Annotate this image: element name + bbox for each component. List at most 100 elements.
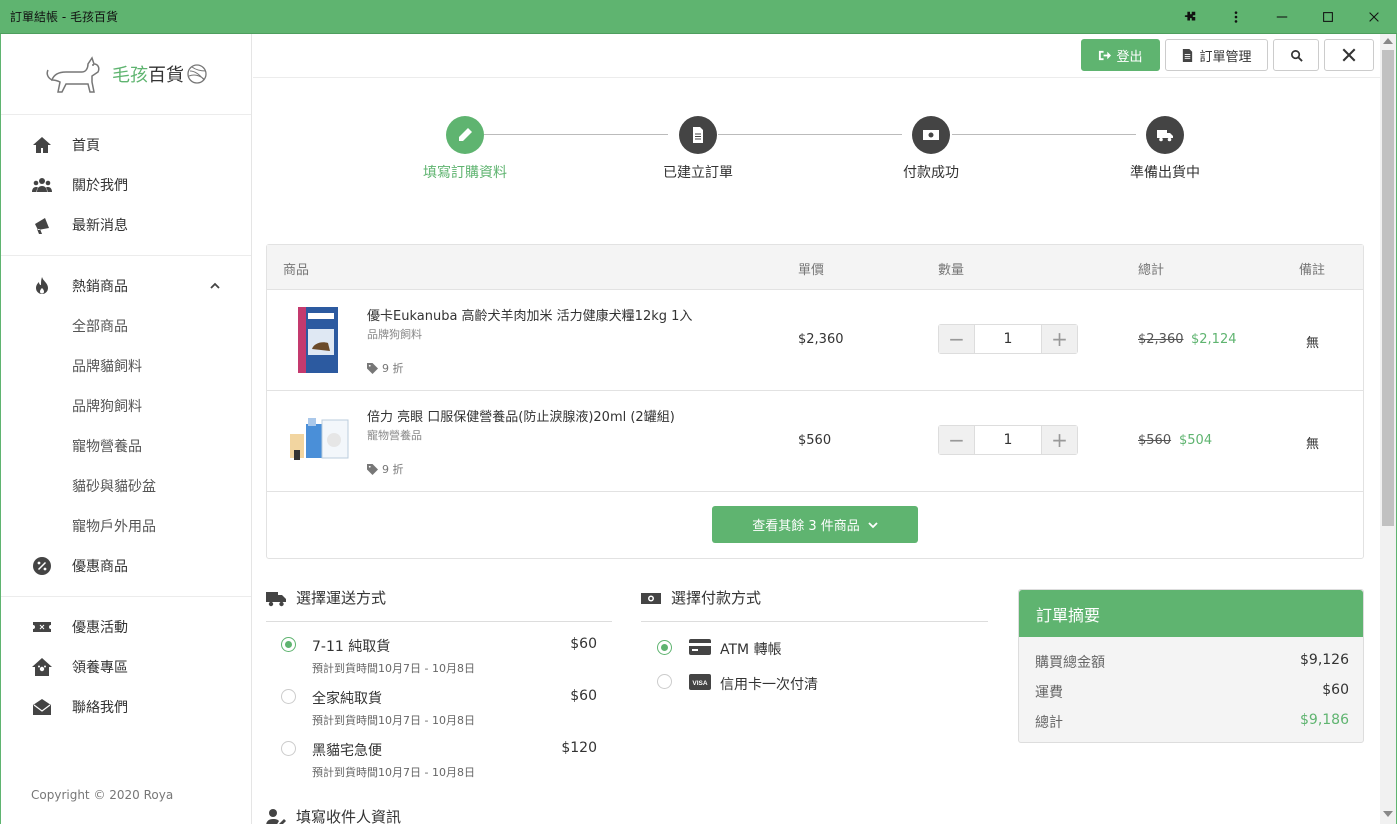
order-summary: 訂單摘要 購買總金額 $9,126 運費 $60 總計 $9,186 [1018,589,1364,743]
home-icon [31,134,53,156]
col-qty: 數量 [938,263,965,278]
shipping-radio-family[interactable] [281,689,296,704]
increment-button[interactable]: + [1042,325,1077,353]
chevron-up-icon[interactable] [209,280,221,292]
sign-out-icon [1099,50,1112,60]
payment-option-name[interactable]: ATM 轉帳 [720,639,782,659]
extensions-icon[interactable] [1167,0,1213,34]
quantity-input[interactable]: 1 [974,426,1042,454]
nav-item-about[interactable]: 關於我們 [1,165,251,205]
original-total: $2,360 [1138,332,1184,347]
nav-item-news[interactable]: 最新消息 [1,205,251,245]
nav-item-promotions[interactable]: 優惠活動 [1,607,251,647]
truck-icon [1157,130,1173,142]
decrement-button[interactable]: − [939,325,974,353]
money-icon [641,592,661,604]
step-connector [484,134,668,135]
shipping-radio-711[interactable] [281,637,296,652]
discount-tag: 9 折 [367,360,404,376]
nav-label: 首頁 [72,138,100,154]
step-3-circle [912,116,950,154]
close-button[interactable] [1324,39,1374,71]
discounted-total: $2,124 [1191,332,1237,347]
step-1-circle [446,116,484,154]
scroll-up-arrow-icon[interactable] [1383,38,1393,44]
shipping-option-name[interactable]: 全家純取貨 [312,688,382,708]
nav-label: 關於我們 [72,178,128,194]
shipping-radio-blackcat[interactable] [281,741,296,756]
sub-item-all-products[interactable]: 全部商品 [1,306,251,346]
step-1-label: 填寫訂購資料 [423,165,507,181]
logout-label: 登出 [1116,49,1143,65]
summary-row: 購買總金額 $9,126 [1035,652,1349,672]
svg-text:VISA: VISA [692,680,707,687]
sub-item-outdoor[interactable]: 寵物戶外用品 [1,506,251,546]
show-more-items-button[interactable]: 查看其餘 3 件商品 [712,506,918,543]
minimize-icon[interactable] [1259,0,1305,34]
window-titlebar: 訂單結帳 - 毛孩百貨 [0,0,1397,34]
product-image[interactable] [286,305,350,375]
sub-item-supplements[interactable]: 寵物營養品 [1,426,251,466]
summary-label: 運費 [1035,685,1063,701]
nav-item-hot-products[interactable]: 熱銷商品 [1,266,251,306]
payment-radio-atm[interactable] [657,640,672,655]
discounted-total: $504 [1179,433,1213,448]
shipping-option-eta: 預計到貨時間10月7日 - 10月8日 [312,766,475,779]
summary-row: 總計 $9,186 [1035,712,1349,732]
logo[interactable]: 毛孩百貨 [1,34,251,115]
more-menu-icon[interactable] [1213,0,1259,34]
close-icon [1342,48,1356,62]
quantity-input[interactable]: 1 [974,325,1042,353]
summary-label: 總計 [1035,715,1063,731]
ticket-icon [31,616,53,638]
maximize-icon[interactable] [1305,0,1351,34]
order-management-button[interactable]: 訂單管理 [1165,39,1268,71]
credit-card-icon [689,639,711,655]
logout-button[interactable]: 登出 [1081,39,1160,71]
file-icon [693,127,703,143]
product-name[interactable]: 倍力 亮眼 口服保健營養品(防止淚腺液)20ml (2罐組) [367,406,675,425]
sub-item-cat-litter[interactable]: 貓砂與貓砂盆 [1,466,251,506]
search-button[interactable] [1273,39,1319,71]
payment-option-name[interactable]: 信用卡一次付清 [720,674,818,694]
close-window-icon[interactable] [1351,0,1397,34]
nav-item-adoption[interactable]: 領養專區 [1,647,251,687]
sub-item-dog-food[interactable]: 品牌狗飼料 [1,386,251,426]
summary-title: 訂單摘要 [1019,590,1363,637]
step-2-circle [679,116,717,154]
product-category: 品牌狗飼料 [367,328,422,341]
quantity-stepper: − 1 + [938,425,1078,455]
summary-row: 運費 $60 [1035,682,1349,702]
nav-label: 優惠活動 [72,620,128,636]
table-row: 倍力 亮眼 口服保健營養品(防止淚腺液)20ml (2罐組) 寵物營養品 9 折… [267,391,1363,492]
shipping-option-name[interactable]: 黑貓宅急便 [312,740,382,760]
adopt-house-icon [31,656,53,678]
shipping-option-eta: 預計到貨時間10月7日 - 10月8日 [312,662,475,675]
receiver-section-title: 填寫收件人資訊 [266,806,401,824]
divider [266,621,612,622]
payment-radio-credit[interactable] [657,674,672,689]
decrement-button[interactable]: − [939,426,974,454]
scroll-down-arrow-icon[interactable] [1383,811,1393,817]
nav-item-discount-products[interactable]: 優惠商品 [1,546,251,586]
nav-item-contact[interactable]: 聯絡我們 [1,687,251,727]
envelope-icon [31,696,53,718]
scrollbar-thumb[interactable] [1382,50,1394,526]
sub-item-cat-food[interactable]: 品牌貓飼料 [1,346,251,386]
shipping-option-name[interactable]: 7-11 純取貨 [312,636,390,656]
summary-value: $60 [1322,682,1349,698]
shipping-section-title: 選擇運送方式 [266,587,386,608]
nav-item-home[interactable]: 首頁 [1,125,251,165]
table-header: 商品 單價 數量 總計 備註 [267,245,1363,290]
users-icon [31,174,53,196]
money-icon [923,130,939,140]
increment-button[interactable]: + [1042,426,1077,454]
tag-icon [367,463,378,475]
discount-tag: 9 折 [367,461,404,477]
nav-label: 領養專區 [72,660,128,676]
col-price: 單價 [798,263,825,278]
discount-tag-label: 9 折 [382,463,404,476]
product-image[interactable] [286,406,350,476]
tag-icon [367,362,378,374]
product-name[interactable]: 優卡Eukanuba 高齡犬羊肉加米 活力健康犬糧12kg 1入 [367,305,692,324]
